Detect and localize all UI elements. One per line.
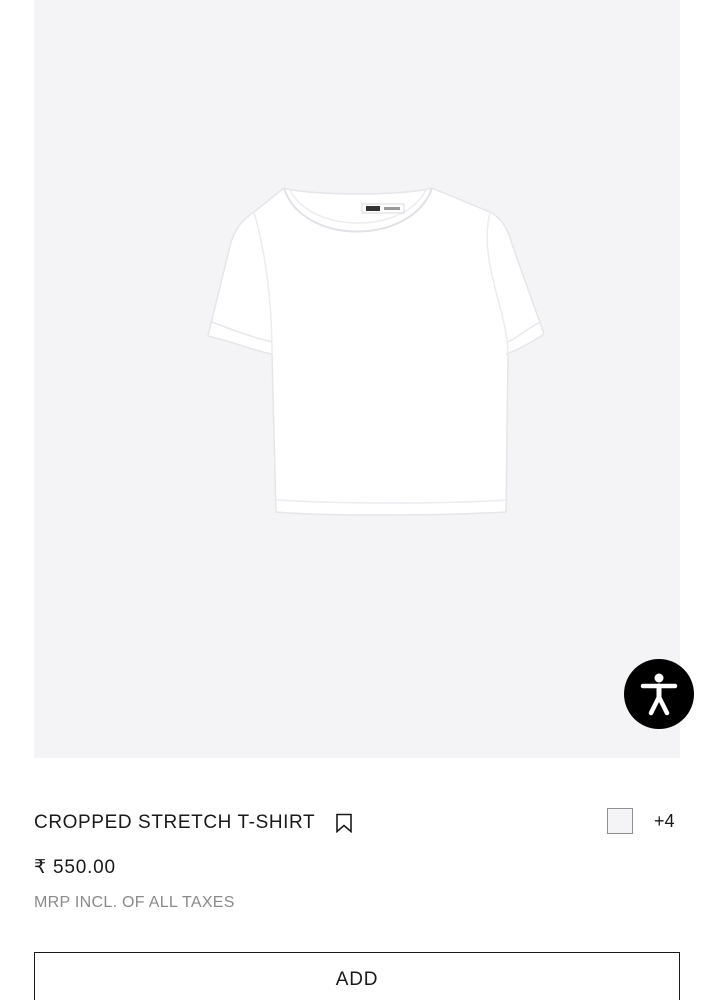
tshirt-image bbox=[207, 187, 544, 516]
color-swatch[interactable] bbox=[607, 808, 633, 834]
accessibility-button[interactable] bbox=[624, 659, 694, 729]
bookmark-icon[interactable] bbox=[335, 813, 353, 833]
add-to-cart-button[interactable]: ADD bbox=[34, 952, 680, 1000]
product-image[interactable] bbox=[34, 0, 694, 758]
product-title: CROPPED STRETCH T-SHIRT bbox=[34, 812, 316, 833]
tax-note: MRP INCL. OF ALL TAXES bbox=[34, 894, 235, 911]
accessibility-icon bbox=[640, 673, 678, 716]
product-page: CROPPED STRETCH T-SHIRT +4 ₹ 550.00 MRP … bbox=[0, 0, 714, 1000]
product-title-row: CROPPED STRETCH T-SHIRT bbox=[34, 810, 680, 836]
more-colors-link[interactable]: +4 bbox=[654, 811, 675, 832]
product-price: ₹ 550.00 bbox=[34, 857, 116, 878]
